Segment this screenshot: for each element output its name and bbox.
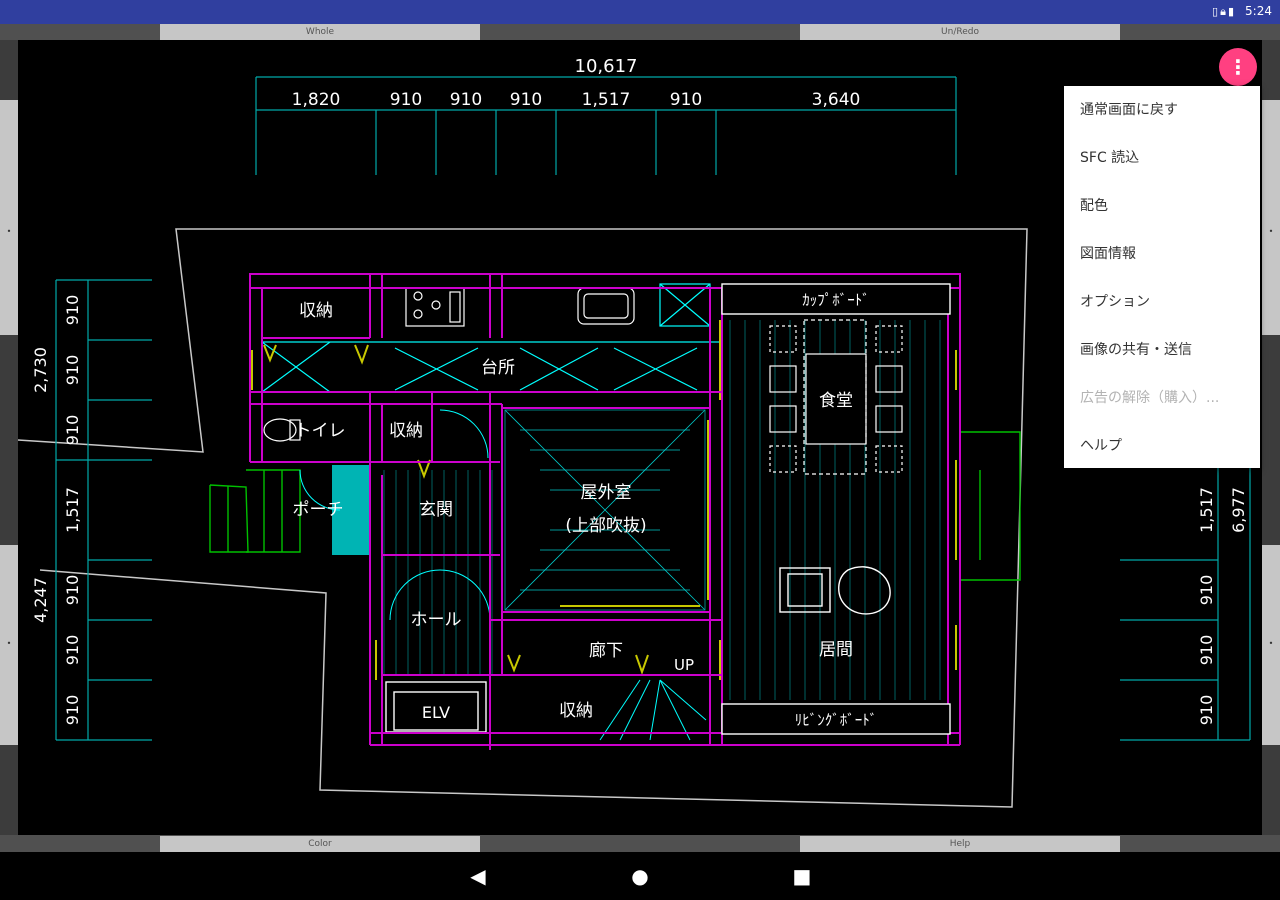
dim-right-segment: 910 (1197, 695, 1216, 726)
dim-left-group-upper: 2,730 (31, 347, 50, 393)
outdoor-room-hatch (504, 409, 706, 611)
room-label-cupboard: ｶｯﾌﾟﾎﾞｰﾄﾞ (802, 291, 870, 309)
dim-left-segment: 1,517 (63, 487, 82, 533)
dim-left-segment: 910 (63, 695, 82, 726)
dim-right-segment: 910 (1197, 635, 1216, 666)
room-labels: 収納 台所 トイレ 収納 ポーチ 玄関 屋外室 (上部吹抜) ホール 廊下 UP… (293, 291, 878, 729)
menu-item-help[interactable]: ヘルプ (1064, 422, 1260, 470)
room-label-entrance: 玄関 (419, 500, 453, 520)
dim-left-segment: 910 (63, 575, 82, 606)
menu-item-options[interactable]: オプション (1064, 278, 1260, 326)
bottom-toolbar: Color Help (0, 835, 1280, 852)
right-dimension-labels: 1,517 910 910 910 6,977 (1197, 487, 1248, 725)
right-side-dot-icon: • (1268, 227, 1274, 236)
room-label-living: 居間 (819, 640, 853, 660)
status-time: 5:24 (1245, 4, 1272, 18)
status-icons: ▯🔒︎▮ (1212, 5, 1236, 19)
navigation-bar: ◀ ● ■ (0, 852, 1280, 900)
right-side-dot-icon-lower: • (1268, 639, 1274, 648)
room-label-living-board: ﾘﾋﾞﾝｸﾞﾎﾞｰﾄﾞ (795, 711, 878, 729)
status-bar: ▯🔒︎▮ 5:24 (0, 0, 1280, 24)
dim-right-segment: 910 (1197, 575, 1216, 606)
lock-icon: 🔒︎ (1220, 5, 1228, 18)
overflow-menu: 通常画面に戻す SFC 読込 配色 図面情報 オプション 画像の共有・送信 広告… (1064, 86, 1260, 468)
back-button[interactable]: ◀ (463, 864, 493, 888)
room-label-elevator: ELV (422, 703, 450, 722)
dim-left-segment: 910 (63, 415, 82, 446)
back-triangle-icon: ◀ (470, 864, 486, 888)
left-side-bar[interactable]: • • (0, 40, 18, 852)
room-label-toilet: トイレ (295, 421, 346, 441)
menu-item-color-scheme[interactable]: 配色 (1064, 182, 1260, 230)
dim-top-segment: 910 (510, 90, 542, 110)
room-label-outdoor-room-note: (上部吹抜) (565, 516, 646, 536)
room-label-corridor: 廊下 (589, 641, 623, 661)
room-label-kitchen: 台所 (481, 358, 515, 378)
stove-and-sink (405, 287, 635, 327)
menu-item-share-image[interactable]: 画像の共有・送信 (1064, 326, 1260, 374)
dim-top-segment: 910 (450, 90, 482, 110)
menu-item-sfc-load[interactable]: SFC 読込 (1064, 134, 1260, 182)
dim-right-segment: 1,517 (1197, 487, 1216, 533)
top-dimension-labels: 1,820 910 910 910 1,517 910 3,640 (292, 90, 861, 110)
dim-top-segment: 910 (670, 90, 702, 110)
room-label-porch: ポーチ (293, 500, 344, 520)
help-button[interactable]: Help (800, 836, 1120, 852)
color-button[interactable]: Color (160, 836, 480, 852)
overflow-menu-button[interactable]: ⋮ (1219, 48, 1257, 86)
stair-up-label: UP (674, 656, 694, 674)
undo-redo-button[interactable]: Un/Redo (800, 24, 1120, 40)
right-side-handle-upper[interactable] (1262, 100, 1280, 335)
dim-top-segment: 1,517 (582, 90, 631, 110)
whole-button[interactable]: Whole (160, 24, 480, 40)
dim-left-segment: 910 (63, 635, 82, 666)
room-label-storage-mid: 収納 (389, 421, 423, 441)
room-label-hall: ホール (411, 610, 462, 630)
right-side-bar[interactable]: • • (1262, 40, 1280, 852)
left-side-handle-upper[interactable] (0, 100, 18, 335)
home-button[interactable]: ● (625, 864, 655, 888)
left-side-dot-icon-lower: • (6, 639, 12, 648)
room-label-dining: 食堂 (819, 391, 853, 411)
menu-item-drawing-info[interactable]: 図面情報 (1064, 230, 1260, 278)
left-side-dot-icon: • (6, 227, 12, 236)
dim-top-total: 10,617 (575, 56, 638, 77)
stairs (599, 679, 707, 741)
dim-right-total: 6,977 (1229, 487, 1248, 533)
dim-left-segment: 910 (63, 295, 82, 326)
dim-top-segment: 1,820 (292, 90, 341, 110)
more-vertical-icon: ⋮ (1228, 55, 1248, 79)
recents-button[interactable]: ■ (787, 864, 817, 888)
room-label-storage-top: 収納 (299, 301, 333, 321)
vibrate-icon: ▯ (1212, 5, 1221, 18)
recents-square-icon: ■ (792, 864, 812, 888)
dim-left-segment: 910 (63, 355, 82, 386)
menu-item-remove-ads: 広告の解除（購入）... (1080, 390, 1220, 406)
dim-top-segment: 3,640 (812, 90, 861, 110)
room-label-storage-bottom: 収納 (559, 701, 593, 721)
battery-icon: ▮ (1227, 5, 1236, 18)
dim-top-segment: 910 (390, 90, 422, 110)
menu-item-return-normal[interactable]: 通常画面に戻す (1064, 86, 1260, 134)
dim-left-group-lower: 4,247 (31, 577, 50, 623)
room-label-outdoor-room: 屋外室 (581, 483, 632, 503)
home-circle-icon: ● (631, 864, 649, 888)
top-toolbar: Whole Un/Redo (0, 24, 1280, 40)
